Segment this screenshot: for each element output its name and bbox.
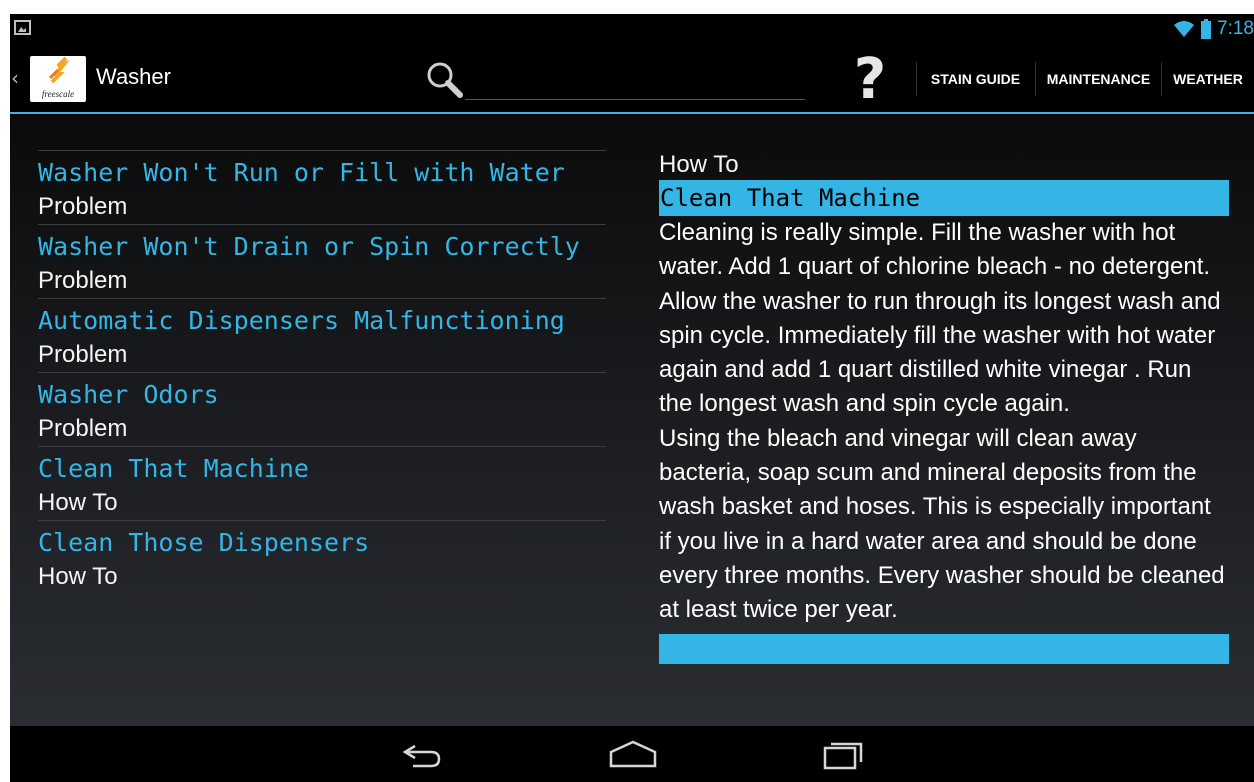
topic-type: Problem: [38, 415, 128, 442]
status-indicators: 7:18: [1173, 17, 1254, 41]
logo-text: freescale: [41, 89, 75, 99]
list-item[interactable]: Washer Won't Drain or Spin Correctly Pro…: [38, 224, 606, 297]
recent-apps-icon[interactable]: [813, 734, 873, 774]
topic-type: Problem: [38, 341, 128, 368]
topic-title: Clean That Machine: [38, 454, 309, 483]
topic-type: Problem: [38, 193, 128, 220]
topic-title: Washer Won't Run or Fill with Water: [38, 158, 565, 187]
topic-title: Clean Those Dispensers: [38, 528, 370, 557]
content-area: Washer Won't Run or Fill with Water Prob…: [10, 116, 1254, 726]
detail-body: Cleaning is really simple. Fill the wash…: [659, 219, 1225, 624]
tablet-screen: 7:18 ‹ freescale Washer ? STAIN GUIDE MA…: [10, 14, 1254, 782]
device-frame: 7:18 ‹ freescale Washer ? STAIN GUIDE MA…: [0, 0, 1254, 782]
wifi-icon: [1174, 21, 1195, 37]
list-item[interactable]: Washer Odors Problem: [38, 372, 606, 445]
app-title: Washer: [96, 64, 171, 89]
back-icon[interactable]: [393, 734, 453, 774]
detail-pane[interactable]: How To Clean That Machine Cleaning is re…: [659, 150, 1229, 700]
action-bar: ‹ freescale Washer ? STAIN GUIDE MAINTEN…: [10, 44, 1254, 114]
list-item[interactable]: Clean That Machine How To: [38, 446, 606, 519]
status-bar: 7:18: [10, 14, 1254, 44]
detail-title: Clean That Machine: [659, 180, 1229, 216]
topic-title: Washer Won't Drain or Spin Correctly: [38, 232, 580, 261]
topic-type: How To: [38, 489, 118, 516]
topic-list[interactable]: Washer Won't Run or Fill with Water Prob…: [38, 150, 606, 710]
tab-stain-guide[interactable]: STAIN GUIDE: [916, 62, 1034, 96]
list-item[interactable]: Washer Won't Run or Fill with Water Prob…: [38, 150, 606, 223]
app-logo[interactable]: freescale: [30, 56, 86, 102]
tab-weather[interactable]: WEATHER: [1161, 62, 1254, 96]
gallery-notification-icon: [14, 20, 31, 35]
detail-type: How To: [659, 151, 739, 178]
freescale-logo-icon: [48, 56, 70, 84]
navigation-bar: [10, 726, 1254, 782]
clock: 7:18: [1217, 18, 1254, 39]
search-icon[interactable]: [422, 58, 466, 100]
topic-title: Automatic Dispensers Malfunctioning: [38, 306, 565, 335]
tab-maintenance[interactable]: MAINTENANCE: [1035, 62, 1161, 96]
search-input[interactable]: [465, 66, 805, 100]
home-icon[interactable]: [603, 734, 663, 774]
topic-type: Problem: [38, 267, 128, 294]
battery-icon: [1201, 19, 1212, 39]
next-section-header: [659, 633, 1229, 664]
topic-type: How To: [38, 563, 118, 590]
list-item[interactable]: Automatic Dispensers Malfunctioning Prob…: [38, 298, 606, 371]
list-item[interactable]: Clean Those Dispensers How To: [38, 520, 606, 593]
up-navigation-icon[interactable]: ‹: [11, 66, 19, 90]
topic-title: Washer Odors: [38, 380, 219, 409]
help-icon[interactable]: ?: [846, 48, 894, 112]
